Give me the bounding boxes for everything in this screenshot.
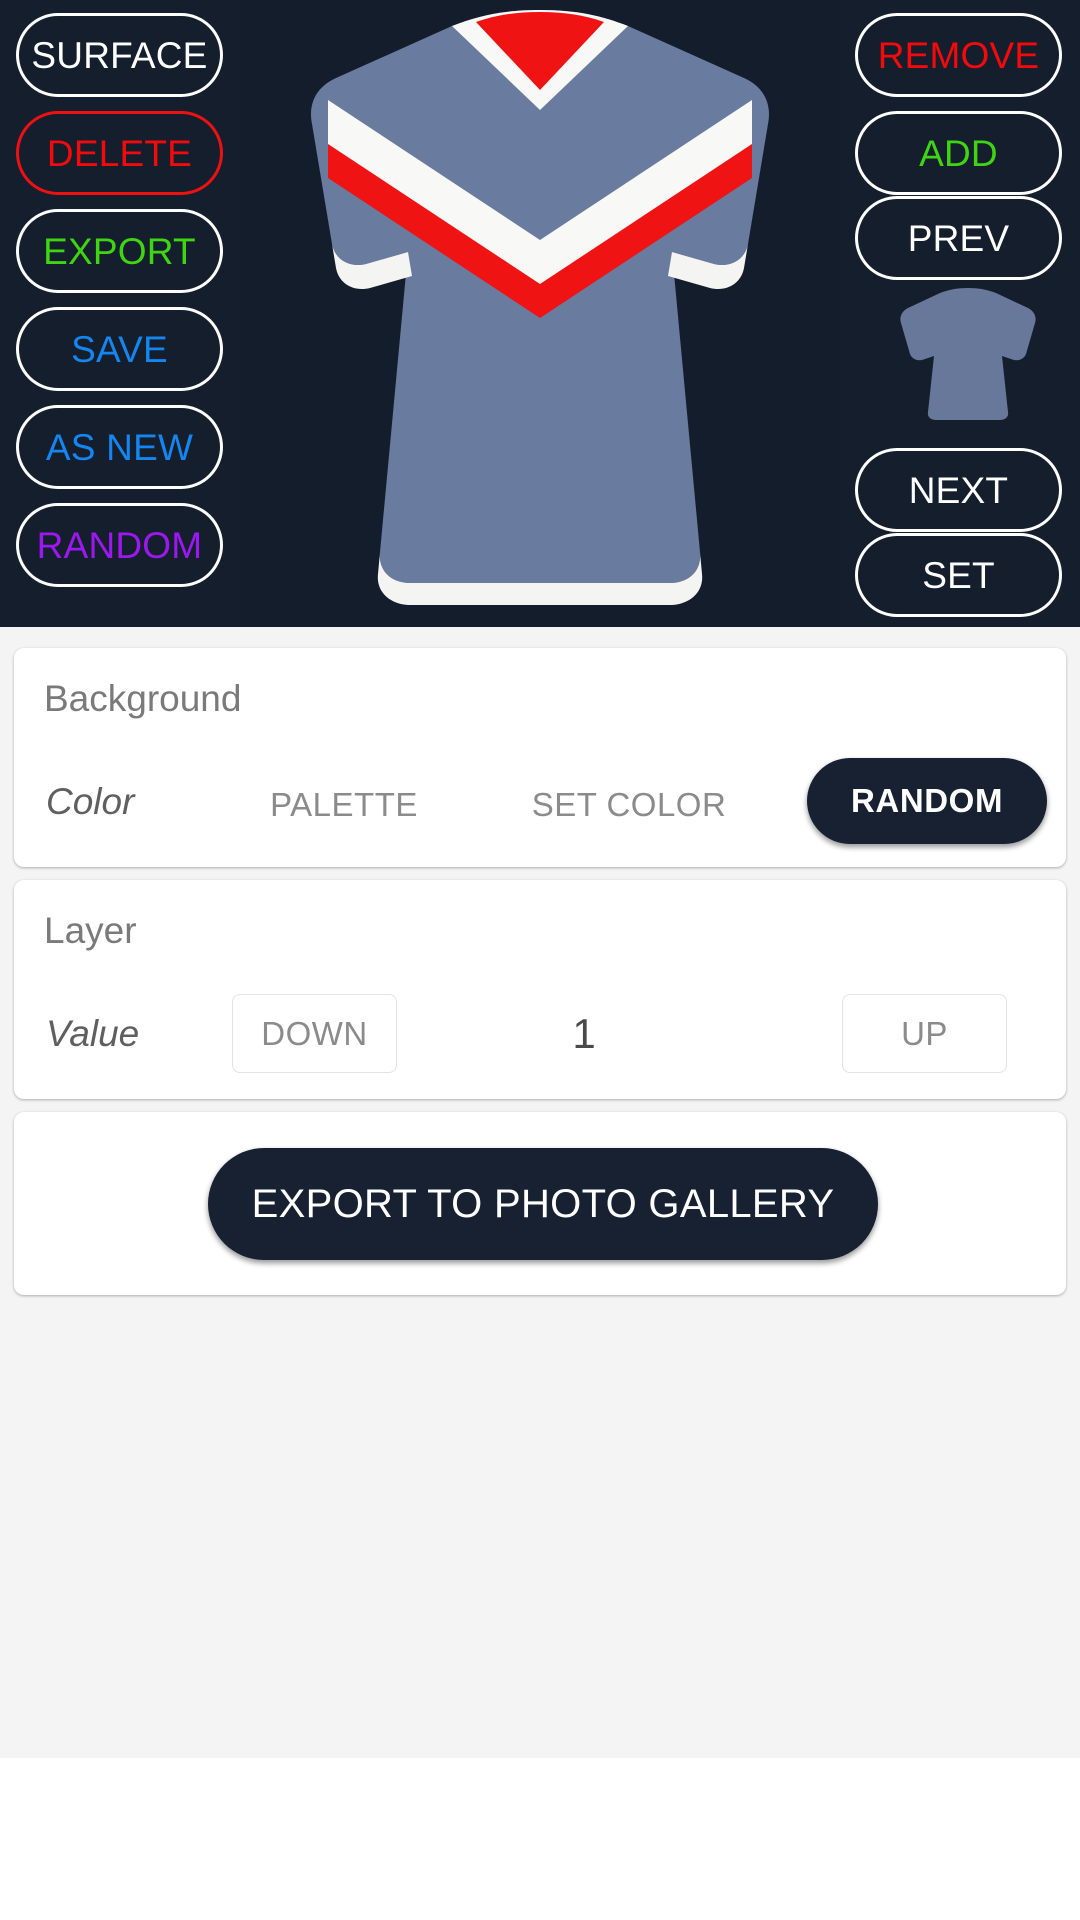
export-to-photo-gallery-button[interactable]: EXPORT TO PHOTO GALLERY bbox=[208, 1148, 878, 1260]
prev-button[interactable]: PREV bbox=[855, 196, 1062, 280]
surface-button[interactable]: SURFACE bbox=[16, 13, 223, 97]
background-random-button[interactable]: RANDOM bbox=[807, 758, 1047, 844]
layer-up-button[interactable]: UP bbox=[842, 994, 1007, 1073]
preview-canvas: SURFACE DELETE EXPORT SAVE AS NEW RANDOM… bbox=[0, 0, 1080, 627]
export-card: EXPORT TO PHOTO GALLERY bbox=[14, 1112, 1066, 1295]
next-button[interactable]: NEXT bbox=[855, 448, 1062, 532]
random-button[interactable]: RANDOM bbox=[16, 503, 223, 587]
tshirt-preview[interactable] bbox=[240, 0, 840, 627]
save-as-new-button[interactable]: AS NEW bbox=[16, 405, 223, 489]
set-button[interactable]: SET bbox=[855, 533, 1062, 617]
layer-card: Layer Value DOWN 1 UP bbox=[14, 880, 1066, 1099]
palette-button[interactable]: PALETTE bbox=[239, 770, 449, 840]
background-card-title: Background bbox=[44, 678, 242, 719]
layer-value-row-label: Value bbox=[46, 1013, 140, 1054]
settings-area: Background Color PALETTE SET COLOR RANDO… bbox=[0, 627, 1080, 1758]
export-button[interactable]: EXPORT bbox=[16, 209, 223, 293]
layer-value: 1 bbox=[572, 1009, 596, 1057]
background-card: Background Color PALETTE SET COLOR RANDO… bbox=[14, 648, 1066, 867]
add-button[interactable]: ADD bbox=[855, 111, 1062, 195]
background-color-row-label: Color bbox=[46, 781, 135, 822]
set-color-button[interactable]: SET COLOR bbox=[519, 770, 739, 840]
delete-button[interactable]: DELETE bbox=[16, 111, 223, 195]
remove-button[interactable]: REMOVE bbox=[855, 13, 1062, 97]
layer-down-button[interactable]: DOWN bbox=[232, 994, 397, 1073]
tshirt-thumbnail[interactable] bbox=[888, 278, 1048, 428]
layer-card-title: Layer bbox=[44, 910, 137, 951]
save-button[interactable]: SAVE bbox=[16, 307, 223, 391]
